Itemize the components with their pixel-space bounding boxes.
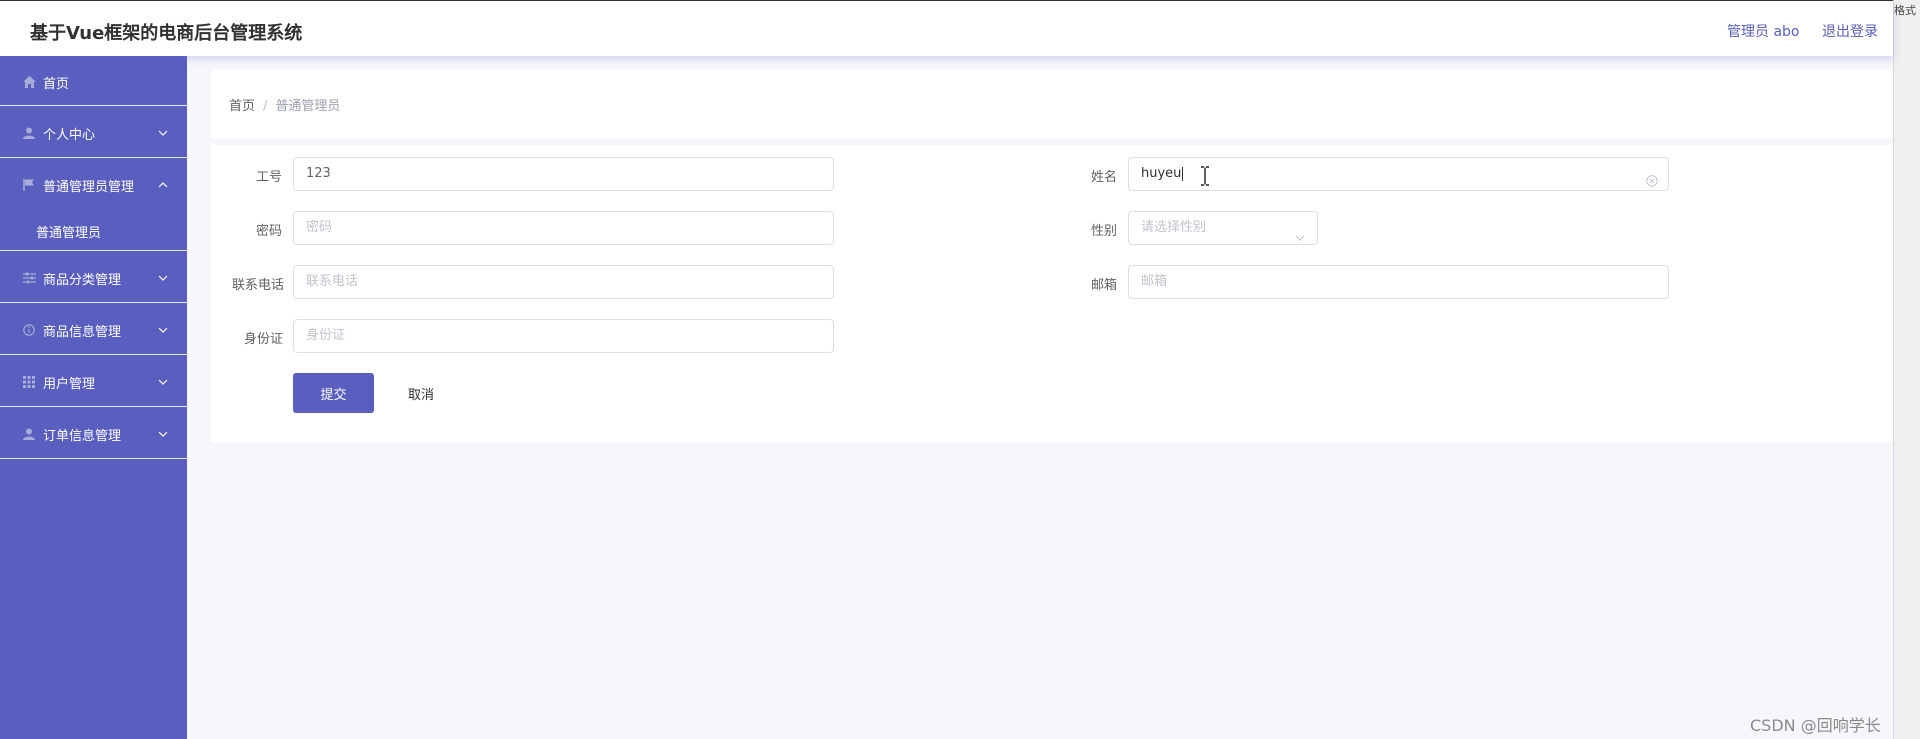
sidebar-item-label: 订单信息管理 <box>43 429 122 444</box>
home-icon <box>22 75 36 89</box>
breadcrumb-panel: 首页 / 普通管理员 <box>211 70 1893 138</box>
sidebar-item-profile[interactable]: 个人中心 <box>0 107 187 158</box>
chevron-down-icon <box>158 322 168 333</box>
gender-select[interactable]: 请选择性别 <box>1128 211 1318 245</box>
submit-button[interactable]: 提交 <box>293 373 374 413</box>
chevron-down-icon <box>158 270 168 281</box>
sidebar-item-label: 用户管理 <box>43 377 96 392</box>
sliders-icon <box>22 271 36 285</box>
id-card-label: 身份证 <box>244 332 284 347</box>
sidebar-item-label: 首页 <box>43 77 70 92</box>
user-icon <box>22 126 36 140</box>
phone-input[interactable]: 联系电话 <box>293 265 834 299</box>
grid-icon <box>22 375 36 389</box>
gender-label: 性别 <box>1091 224 1118 239</box>
id-card-placeholder: 身份证 <box>306 328 346 343</box>
chevron-up-icon <box>158 177 168 188</box>
overflow-text-fragment: 格式 <box>1894 4 1916 17</box>
sidebar-item-user-management[interactable]: 用户管理 <box>0 356 187 407</box>
gender-placeholder: 请选择性别 <box>1141 220 1207 235</box>
admin-username: 管理员 abo <box>1727 24 1800 40</box>
job-no-value: 123 <box>306 166 331 181</box>
breadcrumb: 首页 / 普通管理员 <box>229 95 340 114</box>
app-title: 基于Vue框架的电商后台管理系统 <box>30 23 303 44</box>
cancel-button[interactable]: 取消 <box>388 373 454 413</box>
breadcrumb-home[interactable]: 首页 <box>229 99 255 114</box>
email-label: 邮箱 <box>1091 278 1118 293</box>
sidebar-item-product-management[interactable]: 商品信息管理 <box>0 304 187 355</box>
text-cursor-icon <box>1199 166 1211 186</box>
sidebar-item-label: 商品信息管理 <box>43 325 122 340</box>
chevron-down-icon <box>158 426 168 437</box>
name-value: huyeu <box>1141 166 1182 181</box>
clear-icon[interactable] <box>1646 168 1658 187</box>
sidebar-subitem-label: 普通管理员 <box>36 226 102 241</box>
phone-label: 联系电话 <box>232 278 285 293</box>
watermark: CSDN @回响学长 <box>1750 716 1881 735</box>
breadcrumb-separator: / <box>263 99 268 114</box>
email-placeholder: 邮箱 <box>1141 274 1168 289</box>
flag-icon <box>22 178 36 192</box>
id-card-input[interactable]: 身份证 <box>293 319 834 353</box>
sidebar-item-home[interactable]: 首页 <box>0 56 187 106</box>
sidebar-item-label: 个人中心 <box>43 128 96 143</box>
logout-link[interactable]: 退出登录 <box>1822 21 1878 41</box>
chevron-down-icon <box>1295 224 1305 241</box>
job-no-label: 工号 <box>256 170 283 185</box>
sidebar: 首页 个人中心 普通管理员管理 普通管理员 商品分类管理 商品信息管理 用户管理… <box>0 56 187 739</box>
user-icon <box>22 427 36 441</box>
sidebar-item-label: 普通管理员管理 <box>43 180 135 195</box>
phone-placeholder: 联系电话 <box>306 274 359 289</box>
top-header: 基于Vue框架的电商后台管理系统 管理员 abo 退出登录 <box>0 0 1893 56</box>
password-input[interactable]: 密码 <box>293 211 834 245</box>
sidebar-item-category-management[interactable]: 商品分类管理 <box>0 252 187 303</box>
job-no-input[interactable]: 123 <box>293 157 834 191</box>
chevron-down-icon <box>158 374 168 385</box>
email-input[interactable]: 邮箱 <box>1128 265 1669 299</box>
text-caret <box>1182 166 1184 181</box>
password-placeholder: 密码 <box>306 220 333 235</box>
sidebar-item-label: 商品分类管理 <box>43 273 122 288</box>
sidebar-subitem-admin[interactable]: 普通管理员 <box>0 210 187 251</box>
sidebar-item-order-management[interactable]: 订单信息管理 <box>0 408 187 459</box>
window-scrollbar[interactable] <box>1893 0 1920 739</box>
info-icon <box>22 323 36 337</box>
name-label: 姓名 <box>1091 170 1118 185</box>
password-label: 密码 <box>256 224 283 239</box>
breadcrumb-current: 普通管理员 <box>275 99 341 114</box>
chevron-down-icon <box>158 125 168 136</box>
sidebar-item-admin-management[interactable]: 普通管理员管理 <box>0 159 187 210</box>
